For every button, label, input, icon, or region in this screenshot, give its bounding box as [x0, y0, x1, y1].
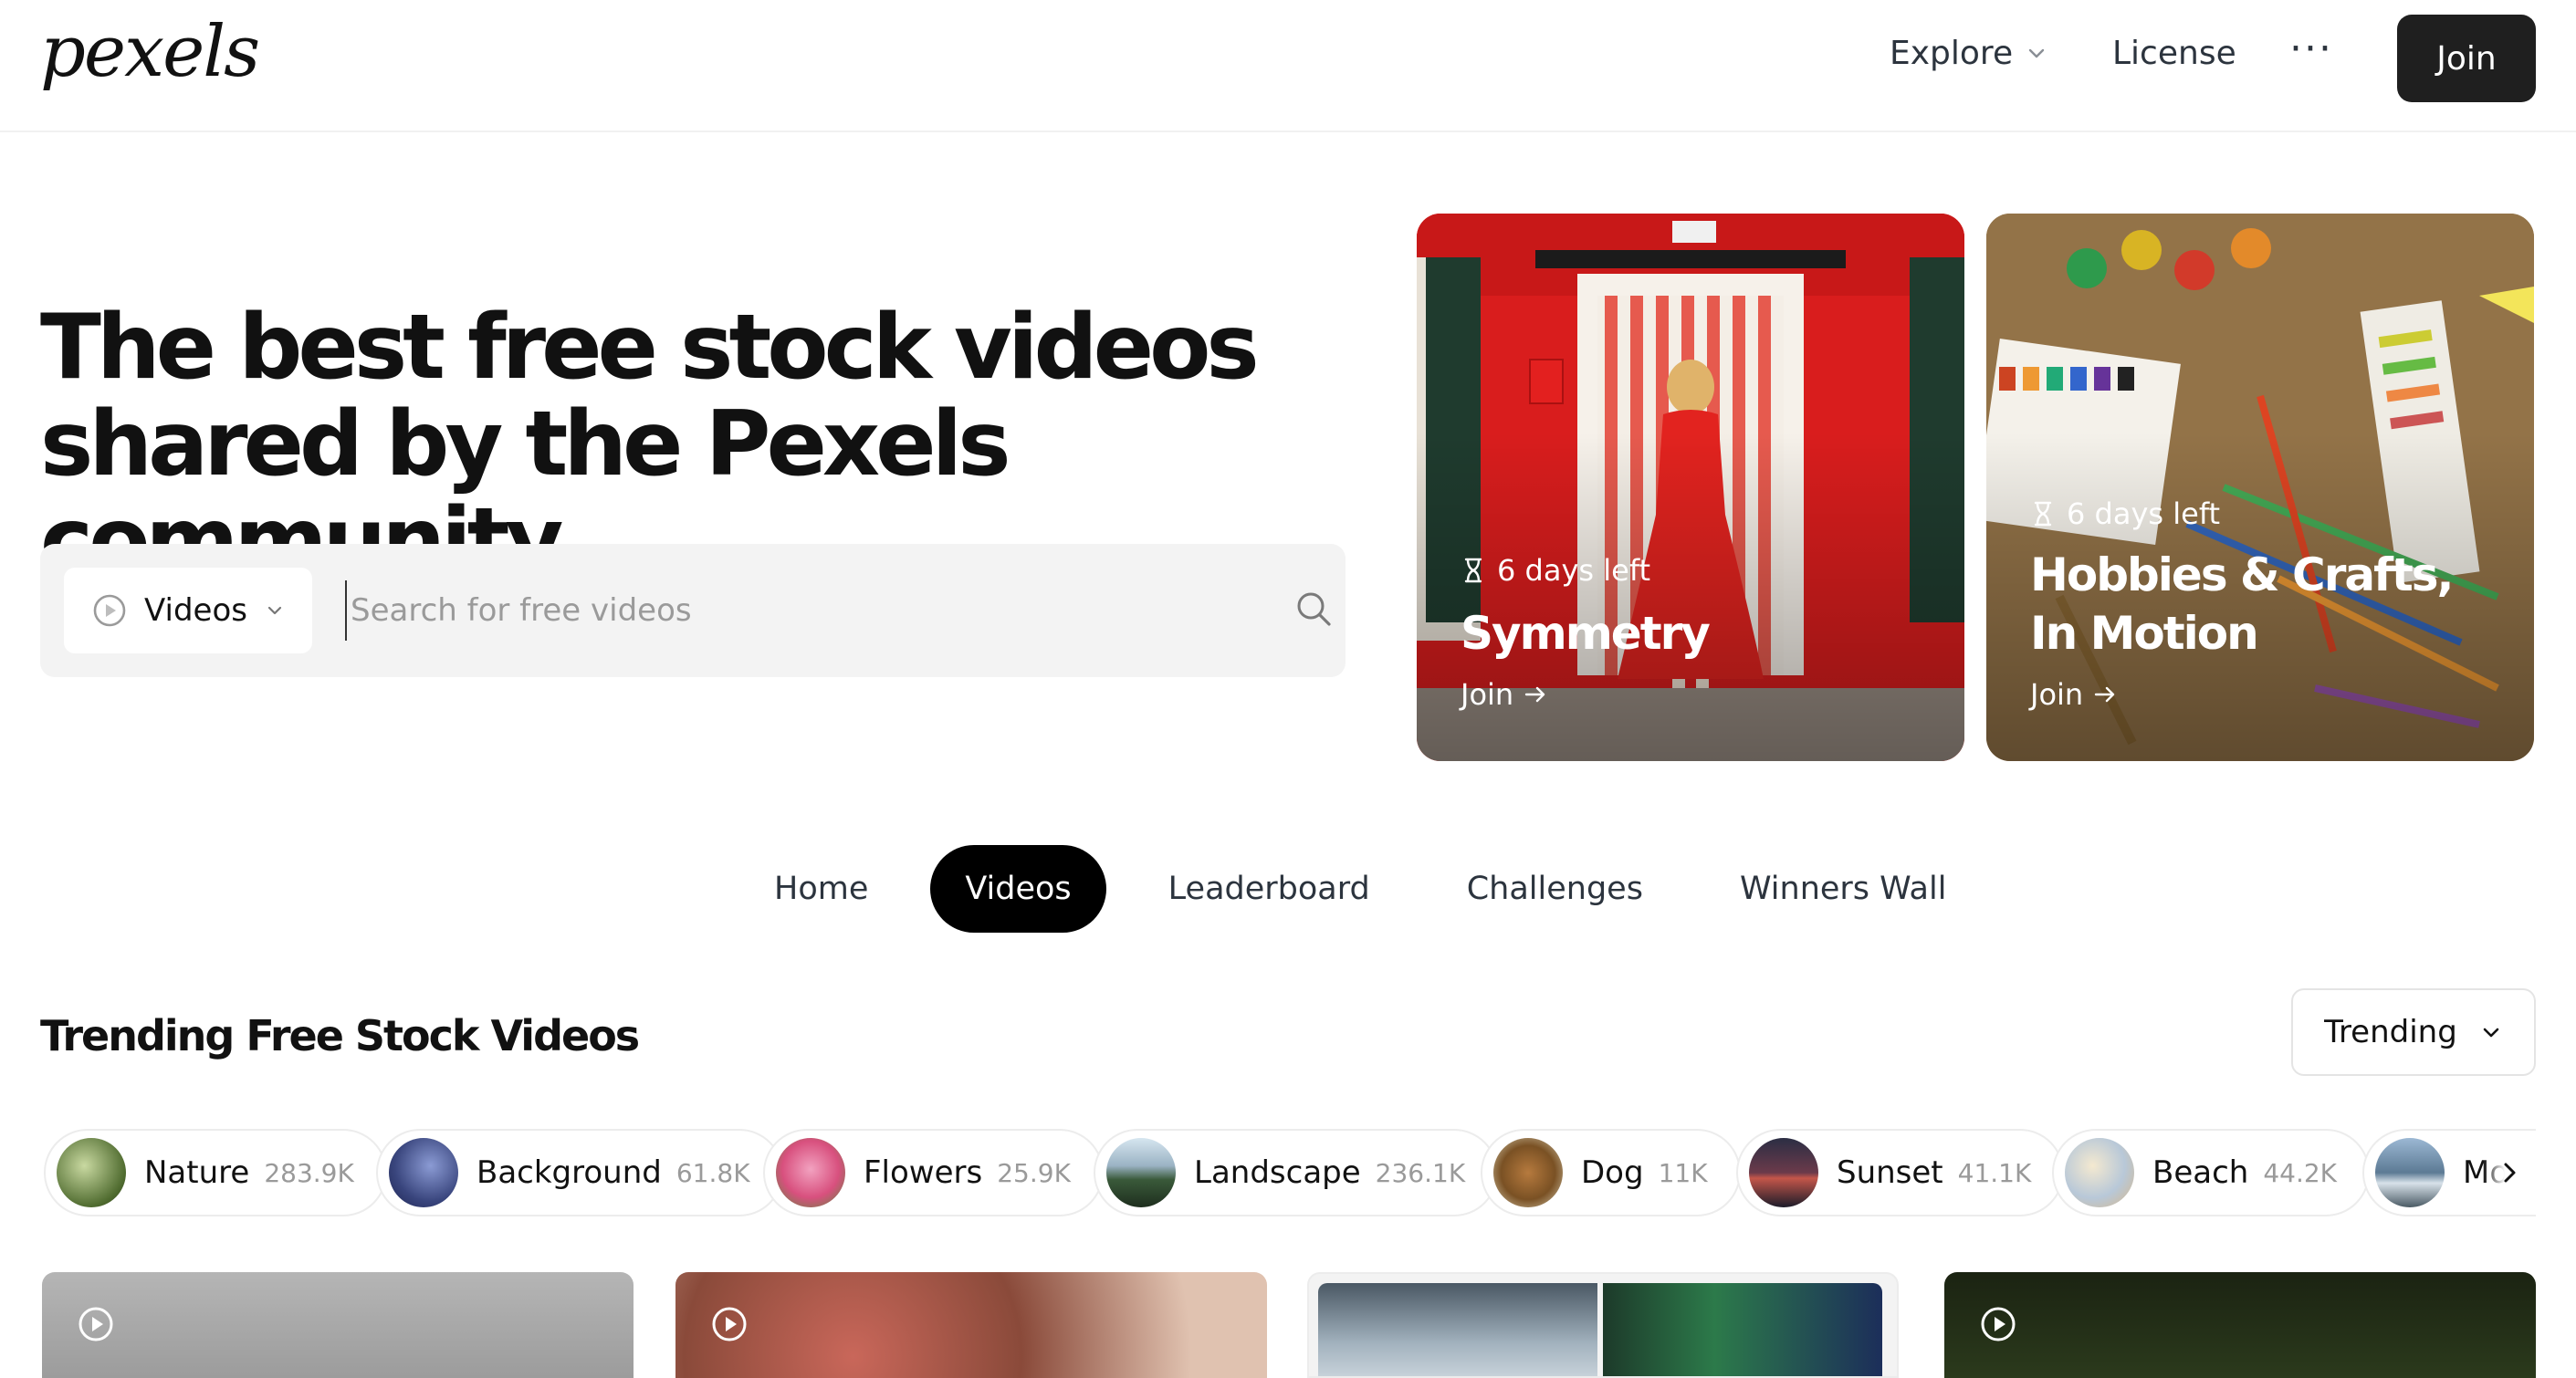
- challenge-join-label: Join: [1461, 677, 1514, 712]
- chevron-down-icon: [267, 606, 282, 615]
- tab-winners-wall[interactable]: Winners Wall: [1705, 845, 1981, 933]
- category-chip-sunset[interactable]: Sunset 41.1K: [1736, 1129, 2065, 1216]
- category-thumb: [776, 1138, 845, 1207]
- challenge-title: Symmetry: [1461, 607, 1711, 660]
- challenge-join-label: Join: [2030, 677, 2084, 712]
- hourglass-icon: [1464, 558, 1482, 583]
- category-count: 61.8K: [675, 1157, 750, 1188]
- sort-dropdown[interactable]: Trending: [2291, 988, 2536, 1076]
- search-input[interactable]: [345, 580, 1203, 641]
- category-name: Nature: [144, 1154, 250, 1191]
- collection-thumb: [1318, 1283, 1597, 1376]
- category-name: Background: [476, 1154, 662, 1191]
- nav-explore-label: Explore: [1890, 35, 2014, 72]
- challenge-join-link[interactable]: Join: [2030, 677, 2118, 712]
- video-thumbnail[interactable]: [1944, 1272, 2536, 1378]
- search-type-label: Videos: [144, 592, 247, 629]
- play-circle-icon: [79, 1307, 113, 1341]
- video-thumbnail[interactable]: [42, 1272, 634, 1378]
- category-chip-flowers[interactable]: Flowers 25.9K: [763, 1129, 1104, 1216]
- category-count: 283.9K: [264, 1157, 354, 1188]
- search-bar: Videos: [40, 544, 1346, 677]
- section-title: Trending Free Stock Videos: [40, 1011, 640, 1060]
- category-name: Landscape: [1194, 1154, 1361, 1191]
- challenge-title: Hobbies & Crafts, In Motion: [2030, 548, 2455, 660]
- chevron-down-icon: [2028, 48, 2045, 57]
- nav-license-link[interactable]: License: [2112, 35, 2236, 72]
- video-thumbnail-collection[interactable]: [1307, 1272, 1899, 1378]
- category-chip-background[interactable]: Background 61.8K: [376, 1129, 783, 1216]
- category-thumb: [2065, 1138, 2134, 1207]
- collection-thumb: [1603, 1283, 1882, 1376]
- days-left-text: 6 days left: [2067, 496, 2221, 531]
- search-type-dropdown[interactable]: Videos: [64, 568, 312, 653]
- category-chips: Nature 283.9K Background 61.8K Flowers 2…: [40, 1129, 2536, 1216]
- pexels-logo[interactable]: pexels: [40, 16, 260, 88]
- challenge-card-hobbies-crafts[interactable]: 6 days left Hobbies & Crafts, In Motion …: [1986, 214, 2534, 761]
- category-chip-beach[interactable]: Beach 44.2K: [2052, 1129, 2371, 1216]
- days-left-text: 6 days left: [1497, 553, 1651, 588]
- chevron-right-icon: [2504, 1163, 2516, 1183]
- chips-scroll-right[interactable]: [2483, 1143, 2538, 1203]
- play-circle-icon: [712, 1307, 747, 1341]
- category-name: Dog: [1581, 1154, 1644, 1191]
- video-thumbnail[interactable]: [675, 1272, 1267, 1378]
- play-circle-icon: [93, 594, 126, 627]
- category-thumb: [1106, 1138, 1176, 1207]
- category-chip-nature[interactable]: Nature 283.9K: [44, 1129, 387, 1216]
- category-count: 236.1K: [1375, 1157, 1466, 1188]
- tab-home[interactable]: Home: [739, 845, 903, 933]
- arrow-right-icon: [1524, 686, 1545, 703]
- category-chip-dog[interactable]: Dog 11K: [1481, 1129, 1741, 1216]
- content-tabs: Home Videos Leaderboard Challenges Winne…: [739, 845, 1981, 933]
- tab-videos[interactable]: Videos: [930, 845, 1106, 933]
- category-chip-landscape[interactable]: Landscape 236.1K: [1094, 1129, 1499, 1216]
- category-thumb: [1493, 1138, 1563, 1207]
- category-thumb: [1749, 1138, 1818, 1207]
- category-count: 25.9K: [997, 1157, 1071, 1188]
- tab-leaderboard[interactable]: Leaderboard: [1134, 845, 1405, 933]
- category-name: Flowers: [864, 1154, 983, 1191]
- days-left-label: 6 days left: [2030, 496, 2220, 531]
- page-title-line1: The best free stock videos: [40, 296, 1260, 400]
- arrow-right-icon: [2094, 686, 2115, 703]
- challenge-card-symmetry[interactable]: 6 days left Symmetry Join: [1417, 214, 1964, 761]
- hourglass-icon: [2034, 501, 2052, 527]
- play-circle-icon: [1981, 1307, 2016, 1341]
- search-icon[interactable]: [1293, 588, 1335, 630]
- join-button[interactable]: Join: [2397, 15, 2536, 102]
- days-left-label: 6 days left: [1461, 553, 1650, 588]
- chevron-down-icon: [2483, 1028, 2499, 1038]
- category-thumb: [389, 1138, 458, 1207]
- category-count: 44.2K: [2263, 1157, 2338, 1188]
- sort-label: Trending: [2324, 1014, 2457, 1050]
- nav-explore-menu[interactable]: Explore: [1890, 35, 2047, 72]
- category-count: 41.1K: [1957, 1157, 2032, 1188]
- category-count: 11K: [1658, 1157, 1708, 1188]
- more-menu-icon[interactable]: ···: [2289, 26, 2333, 72]
- tab-challenges[interactable]: Challenges: [1432, 845, 1678, 933]
- category-thumb: [57, 1138, 126, 1207]
- category-thumb: [2375, 1138, 2445, 1207]
- category-name: Beach: [2152, 1154, 2249, 1191]
- top-header: pexels Explore License ··· Join: [0, 0, 2576, 132]
- challenge-join-link[interactable]: Join: [1461, 677, 1548, 712]
- category-name: Sunset: [1837, 1154, 1943, 1191]
